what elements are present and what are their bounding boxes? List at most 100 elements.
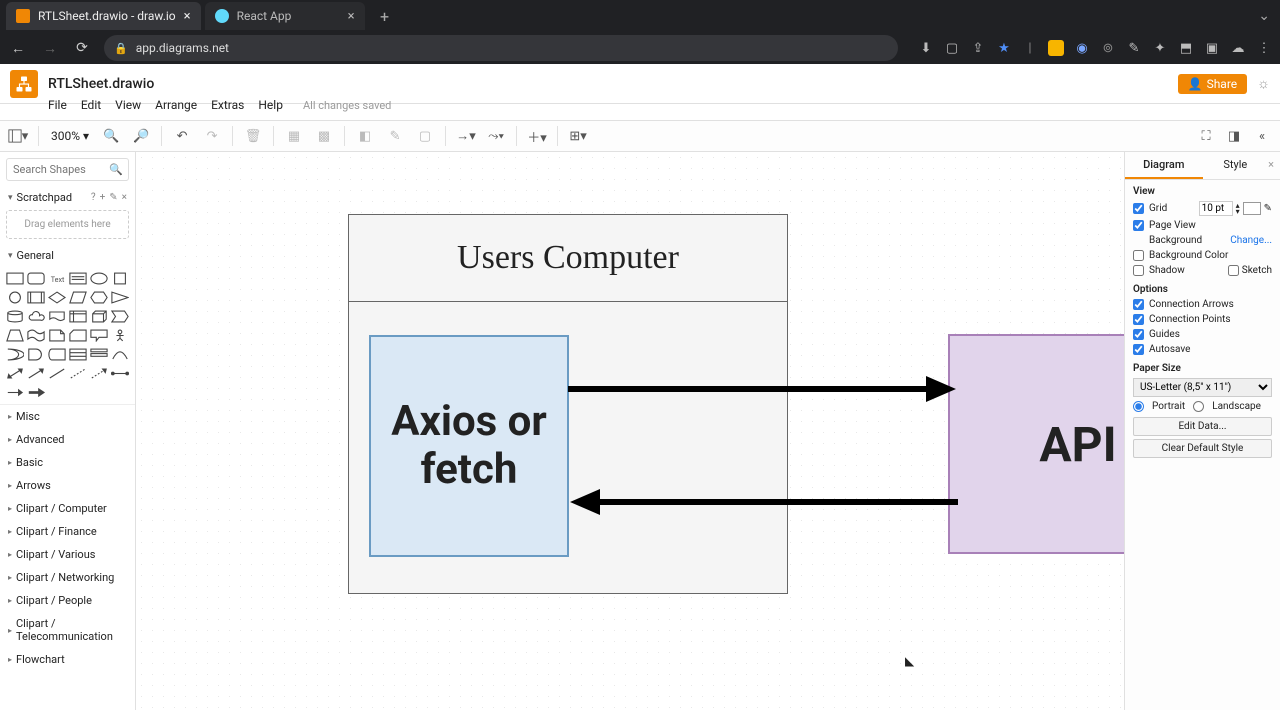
menu-extras[interactable]: Extras bbox=[211, 98, 244, 112]
shape-trapezoid[interactable] bbox=[6, 327, 24, 343]
arrow-from-api[interactable] bbox=[568, 487, 958, 517]
pageview-checkbox[interactable] bbox=[1133, 220, 1144, 231]
shape-cylinder[interactable] bbox=[6, 308, 24, 324]
back-icon[interactable]: ← bbox=[8, 40, 28, 57]
brightness-icon[interactable]: ☼ bbox=[1257, 75, 1270, 92]
container-users-computer[interactable]: Users Computer Axios or fetch bbox=[348, 214, 788, 594]
tab-style[interactable]: Style× bbox=[1203, 152, 1280, 179]
document-title[interactable]: RTLSheet.drawio bbox=[48, 76, 154, 92]
tab-diagram[interactable]: Diagram bbox=[1125, 152, 1203, 179]
shape-square[interactable] bbox=[111, 270, 129, 286]
cat-item[interactable]: ▸Misc bbox=[0, 405, 135, 428]
bookmark-icon[interactable]: ★ bbox=[996, 40, 1012, 56]
grid-checkbox[interactable] bbox=[1133, 203, 1144, 214]
shape-parallelogram[interactable] bbox=[69, 289, 87, 305]
shape-cloud[interactable] bbox=[27, 308, 45, 324]
format-panel-icon[interactable]: ◨ bbox=[1222, 124, 1246, 148]
shape-triangle[interactable] bbox=[111, 289, 129, 305]
guides-checkbox[interactable] bbox=[1133, 329, 1144, 340]
cat-item[interactable]: ▸Basic bbox=[0, 451, 135, 474]
help-icon[interactable]: ? bbox=[91, 192, 96, 203]
close-icon[interactable]: × bbox=[348, 9, 355, 24]
landscape-radio[interactable] bbox=[1193, 401, 1204, 412]
download-icon[interactable]: ⬇ bbox=[918, 40, 934, 56]
new-tab-button[interactable]: + bbox=[373, 4, 397, 28]
grid-size-input[interactable] bbox=[1199, 201, 1233, 216]
shape-list2[interactable] bbox=[90, 346, 108, 362]
shape-arrow[interactable] bbox=[27, 365, 45, 381]
canvas[interactable]: Users Computer Axios or fetch API ◣ bbox=[136, 152, 1124, 710]
redo-icon[interactable]: ↷ bbox=[200, 124, 224, 148]
ext-icon[interactable]: ⬒ bbox=[1178, 40, 1194, 56]
papersize-select[interactable]: US-Letter (8,5" x 11") bbox=[1133, 378, 1272, 397]
autosave-checkbox[interactable] bbox=[1133, 344, 1144, 355]
menu-view[interactable]: View bbox=[115, 98, 141, 112]
close-icon[interactable]: × bbox=[122, 192, 127, 203]
profile-icon[interactable]: ☁ bbox=[1230, 40, 1246, 56]
view-mode-icon[interactable]: ▾ bbox=[6, 124, 30, 148]
shape-diamond[interactable] bbox=[48, 289, 66, 305]
cat-item[interactable]: ▸Clipart / Various bbox=[0, 543, 135, 566]
doc-icon[interactable]: ▢ bbox=[944, 40, 960, 56]
shape-list[interactable] bbox=[69, 346, 87, 362]
ext-icon[interactable]: ▣ bbox=[1204, 40, 1220, 56]
clear-default-button[interactable]: Clear Default Style bbox=[1133, 439, 1272, 458]
edit-data-button[interactable]: Edit Data... bbox=[1133, 417, 1272, 436]
shape-actor[interactable] bbox=[111, 327, 129, 343]
share-icon[interactable]: ⇪ bbox=[970, 40, 986, 56]
general-section[interactable]: ▾General bbox=[0, 245, 135, 266]
shadow-icon[interactable]: ▢ bbox=[413, 124, 437, 148]
ext-icon[interactable] bbox=[1048, 40, 1064, 56]
cat-item[interactable]: ▸Clipart / Finance bbox=[0, 520, 135, 543]
undo-icon[interactable]: ↶ bbox=[170, 124, 194, 148]
search-icon[interactable]: 🔍 bbox=[109, 163, 123, 176]
waypoint-icon[interactable]: ⤳▾ bbox=[484, 124, 508, 148]
conn-points-checkbox[interactable] bbox=[1133, 314, 1144, 325]
shape-curve[interactable] bbox=[111, 346, 129, 362]
shape-line[interactable] bbox=[48, 365, 66, 381]
insert-icon[interactable]: ＋▾ bbox=[525, 124, 549, 148]
cat-item[interactable]: ▸Flowchart bbox=[0, 648, 135, 671]
scratchpad-drop[interactable]: Drag elements here bbox=[6, 210, 129, 239]
ext-icon[interactable]: ⊚ bbox=[1100, 40, 1116, 56]
scratchpad-section[interactable]: ▾Scratchpad ?+✎× bbox=[0, 187, 135, 208]
shape-circle[interactable] bbox=[6, 289, 24, 305]
arrow-to-api[interactable] bbox=[568, 374, 958, 404]
table-icon[interactable]: ⊞▾ bbox=[566, 124, 590, 148]
collapse-icon[interactable]: « bbox=[1250, 124, 1274, 148]
shape-document[interactable] bbox=[48, 308, 66, 324]
shape-datastore[interactable] bbox=[48, 346, 66, 362]
cat-item[interactable]: ▸Clipart / Telecommunication bbox=[0, 612, 135, 648]
node-axios-fetch[interactable]: Axios or fetch bbox=[369, 335, 569, 557]
shape-internal[interactable] bbox=[69, 308, 87, 324]
edit-icon[interactable]: ✎ bbox=[1264, 203, 1272, 214]
cat-item[interactable]: ▸Advanced bbox=[0, 428, 135, 451]
zoom-in-icon[interactable]: 🔍 bbox=[99, 124, 123, 148]
line-color-icon[interactable]: ✎ bbox=[383, 124, 407, 148]
menu-icon[interactable]: ⋮ bbox=[1256, 40, 1272, 56]
menu-arrange[interactable]: Arrange bbox=[155, 98, 197, 112]
zoom-out-icon[interactable]: 🔎 bbox=[129, 124, 153, 148]
shape-tape[interactable] bbox=[27, 327, 45, 343]
shape-note[interactable] bbox=[48, 327, 66, 343]
portrait-radio[interactable] bbox=[1133, 401, 1144, 412]
shape-link[interactable] bbox=[6, 384, 24, 400]
close-icon[interactable]: × bbox=[1268, 158, 1274, 171]
share-button[interactable]: 👤 Share bbox=[1178, 74, 1248, 94]
extensions-icon[interactable]: ✦ bbox=[1152, 40, 1168, 56]
edit-icon[interactable]: ✎ bbox=[109, 192, 117, 203]
menu-file[interactable]: File bbox=[48, 98, 67, 112]
shape-card[interactable] bbox=[69, 327, 87, 343]
shape-roundrect[interactable] bbox=[27, 270, 45, 286]
menu-edit[interactable]: Edit bbox=[81, 98, 101, 112]
conn-arrows-checkbox[interactable] bbox=[1133, 299, 1144, 310]
fill-color-icon[interactable]: ◧ bbox=[353, 124, 377, 148]
change-bg-link[interactable]: Change... bbox=[1230, 235, 1272, 246]
connection-icon[interactable]: →▾ bbox=[454, 124, 478, 148]
add-icon[interactable]: + bbox=[100, 192, 106, 203]
shape-dashed[interactable] bbox=[90, 365, 108, 381]
cat-item[interactable]: ▸Clipart / Computer bbox=[0, 497, 135, 520]
shape-textbox[interactable] bbox=[69, 270, 87, 286]
shape-text[interactable]: Text bbox=[48, 270, 66, 286]
url-input[interactable]: 🔒 app.diagrams.net bbox=[104, 35, 898, 61]
